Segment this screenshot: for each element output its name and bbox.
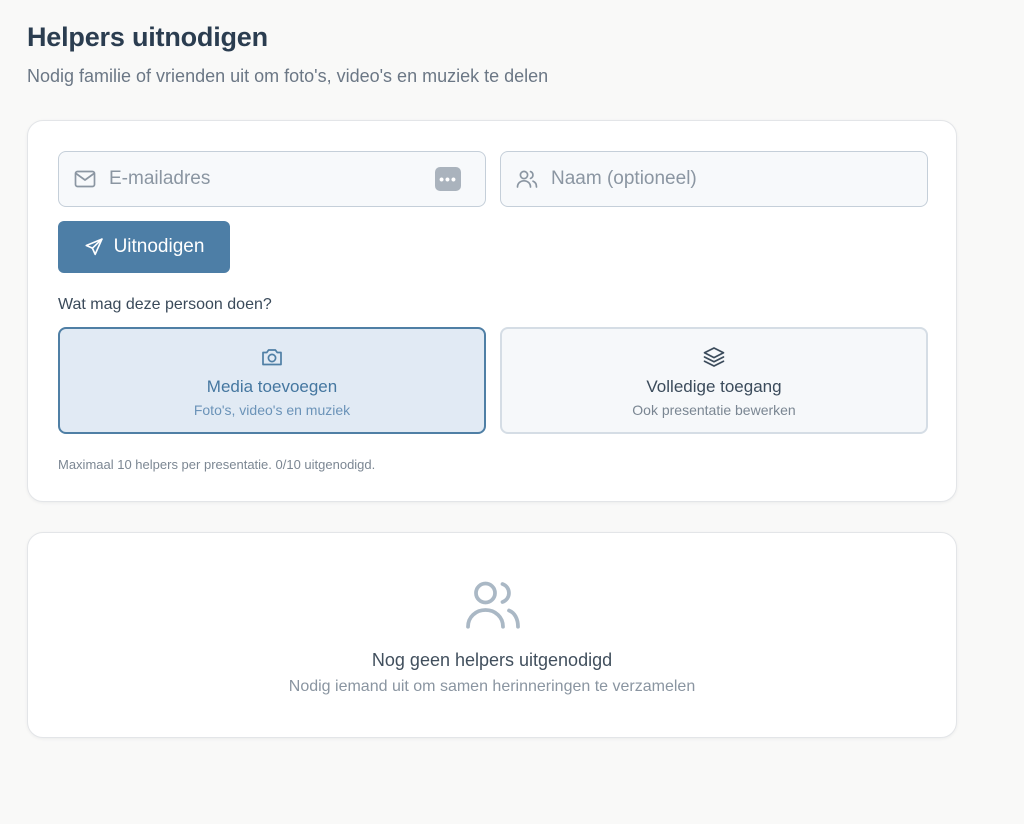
- password-manager-icon[interactable]: •••: [435, 167, 461, 191]
- email-field-wrapper: •••: [58, 151, 486, 207]
- invite-card: ••• Uitnodigen Wat mag de: [27, 120, 957, 502]
- permission-media-description: Foto's, video's en muziek: [193, 402, 351, 418]
- permission-full-title: Volledige toegang: [646, 377, 782, 396]
- invite-button-label: Uitnodigen: [113, 236, 205, 257]
- empty-state-title: Nog geen helpers uitgenodigd: [371, 650, 613, 670]
- name-field-wrapper: [500, 151, 928, 207]
- permission-option-media[interactable]: Media toevoegen Foto's, video's en muzie…: [58, 327, 486, 434]
- name-input[interactable]: [551, 152, 927, 206]
- invite-button[interactable]: Uitnodigen: [58, 221, 230, 273]
- send-icon: [84, 237, 104, 257]
- permission-full-description: Ook presentatie bewerken: [632, 402, 796, 418]
- page: Helpers uitnodigen Nodig familie of vrie…: [0, 0, 1024, 824]
- permission-media-title: Media toevoegen: [206, 377, 338, 396]
- permissions-label: Wat mag deze persoon doen?: [58, 296, 272, 313]
- page-title: Helpers uitnodigen: [27, 22, 268, 52]
- camera-icon: [260, 345, 284, 369]
- email-input[interactable]: [109, 152, 435, 206]
- helper-limit-note: Maximaal 10 helpers per presentatie. 0/1…: [58, 457, 376, 472]
- users-icon: [463, 575, 523, 631]
- permission-option-full[interactable]: Volledige toegang Ook presentatie bewerk…: [500, 327, 928, 434]
- empty-state-card: Nog geen helpers uitgenodigd Nodig ieman…: [27, 532, 957, 738]
- layers-icon: [702, 345, 726, 369]
- users-icon: [515, 167, 539, 191]
- empty-state-description: Nodig iemand uit om samen herinneringen …: [288, 678, 696, 695]
- page-subtitle: Nodig familie of vrienden uit om foto's,…: [27, 66, 549, 86]
- mail-icon: [73, 167, 97, 191]
